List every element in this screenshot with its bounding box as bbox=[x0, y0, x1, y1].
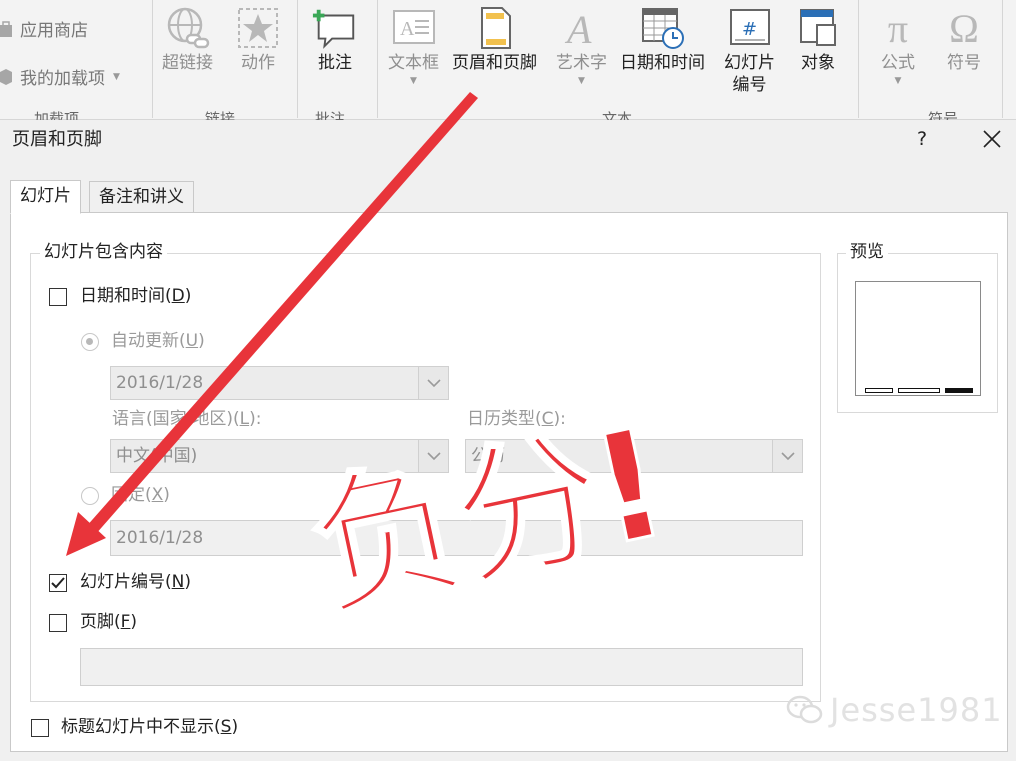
symbol-label: 符号 bbox=[947, 53, 981, 73]
auto-update-label: 自动更新(U) bbox=[111, 331, 205, 351]
close-icon bbox=[983, 130, 1001, 148]
watermark: Jesse1981 bbox=[786, 690, 1003, 730]
slide-number-label-line1: 幻灯片 bbox=[724, 53, 775, 73]
chevron-down-icon bbox=[772, 440, 802, 472]
close-button[interactable] bbox=[976, 124, 1008, 154]
textbox-label: 文本框 bbox=[388, 53, 439, 73]
omega-icon: Ω bbox=[949, 5, 979, 51]
action-label: 动作 bbox=[241, 53, 275, 73]
my-addins-button[interactable]: 我的加载项 ▼ bbox=[0, 64, 120, 89]
preview-slide-number-slot bbox=[945, 388, 973, 393]
help-button[interactable]: ? bbox=[912, 126, 932, 152]
chevron-down-icon: ▼ bbox=[113, 71, 120, 82]
fixed-radio[interactable] bbox=[81, 487, 99, 505]
footer-text-input[interactable] bbox=[80, 648, 803, 686]
group-label-addins: 加载项 bbox=[34, 110, 80, 120]
language-label: 语言(国家/地区)(L): bbox=[112, 409, 262, 429]
slide-number-icon: # bbox=[726, 4, 774, 52]
chevron-down-icon: ▼ bbox=[894, 76, 902, 86]
tab-notes-handouts[interactable]: 备注和讲义 bbox=[89, 181, 194, 214]
slide-number-checkbox[interactable] bbox=[49, 574, 67, 592]
datetime-label: 日期和时间 bbox=[620, 53, 705, 73]
hyperlink-button[interactable]: 超链接 bbox=[162, 4, 213, 74]
svg-text:#: # bbox=[742, 19, 757, 40]
action-star-icon bbox=[234, 4, 282, 52]
textbox-icon: A bbox=[390, 4, 438, 52]
hide-on-title-slide-label[interactable]: 标题幻灯片中不显示(S) bbox=[61, 716, 238, 738]
comment-icon bbox=[311, 4, 359, 52]
chevron-down-icon: ▼ bbox=[578, 76, 585, 86]
store-label: 应用商店 bbox=[20, 21, 88, 41]
group-separator bbox=[858, 0, 859, 118]
chevron-down-icon bbox=[418, 440, 448, 472]
wordart-label: 艺术字 bbox=[556, 53, 607, 73]
comment-button[interactable]: 批注 bbox=[311, 4, 359, 74]
include-group-label: 幻灯片包含内容 bbox=[40, 241, 167, 263]
watermark-text: Jesse1981 bbox=[830, 691, 1003, 729]
textbox-button[interactable]: A 文本框 ▼ bbox=[388, 4, 439, 86]
datetime-checkbox[interactable] bbox=[49, 288, 67, 306]
slide-number-button[interactable]: # 幻灯片 编号 bbox=[724, 4, 775, 96]
group-label-comments: 批注 bbox=[315, 110, 346, 120]
fixed-label: 固定(X) bbox=[111, 485, 170, 505]
object-icon bbox=[794, 4, 842, 52]
header-footer-icon bbox=[471, 4, 519, 52]
group-separator bbox=[297, 0, 298, 118]
preview-footer-slot bbox=[898, 388, 940, 393]
tab-slide[interactable]: 幻灯片 bbox=[10, 180, 81, 214]
language-select[interactable]: 中文(中国) bbox=[110, 439, 449, 473]
group-label-text: 文本 bbox=[602, 110, 633, 120]
chevron-down-icon: ▼ bbox=[410, 76, 417, 86]
calendar-type-select[interactable]: 公历 bbox=[465, 439, 803, 473]
auto-date-select[interactable]: 2016/1/28 bbox=[110, 366, 449, 400]
hyperlink-label: 超链接 bbox=[162, 53, 213, 73]
object-label: 对象 bbox=[801, 53, 835, 73]
svg-text:A: A bbox=[400, 18, 415, 40]
pi-icon: π bbox=[887, 5, 909, 51]
store-button[interactable]: 应用商店 bbox=[0, 16, 88, 41]
auto-update-radio[interactable] bbox=[81, 333, 99, 351]
action-button[interactable]: 动作 bbox=[234, 4, 282, 74]
hyperlink-icon bbox=[164, 4, 212, 52]
checkmark-icon bbox=[51, 577, 65, 589]
comment-label: 批注 bbox=[318, 53, 352, 73]
footer-checkbox[interactable] bbox=[49, 614, 67, 632]
dialog-title: 页眉和页脚 bbox=[12, 129, 102, 150]
group-separator bbox=[377, 0, 378, 118]
group-separator bbox=[1002, 0, 1003, 118]
fixed-date-input[interactable]: 2016/1/28 bbox=[110, 520, 803, 556]
preview-date-slot bbox=[865, 388, 893, 393]
object-button[interactable]: 对象 bbox=[794, 4, 842, 74]
hide-on-title-slide-checkbox[interactable] bbox=[31, 719, 49, 737]
calendar-clock-icon bbox=[639, 4, 687, 52]
slide-number-option-label[interactable]: 幻灯片编号(N) bbox=[80, 571, 191, 593]
my-addins-label: 我的加载项 bbox=[20, 69, 105, 89]
symbol-button[interactable]: Ω 符号 bbox=[940, 4, 988, 74]
slide-number-label-line2: 编号 bbox=[732, 75, 767, 95]
chevron-down-icon bbox=[418, 367, 448, 399]
calendar-type-label: 日历类型(C): bbox=[467, 409, 566, 429]
store-icon bbox=[0, 20, 14, 38]
datetime-button[interactable]: 日期和时间 bbox=[620, 4, 705, 74]
wordart-icon: A bbox=[558, 4, 606, 52]
preview-label: 预览 bbox=[846, 241, 888, 263]
footer-option-label[interactable]: 页脚(F) bbox=[80, 611, 137, 633]
equation-label: 公式 bbox=[881, 53, 915, 73]
addins-icon bbox=[0, 68, 14, 86]
datetime-option-label[interactable]: 日期和时间(D) bbox=[80, 285, 191, 307]
equation-button[interactable]: π 公式 ▼ bbox=[874, 4, 922, 87]
wordart-button[interactable]: A 艺术字 ▼ bbox=[556, 4, 607, 86]
group-separator bbox=[152, 0, 153, 118]
svg-text:A: A bbox=[564, 7, 592, 51]
group-label-links: 链接 bbox=[205, 110, 236, 120]
include-group bbox=[30, 253, 821, 702]
slide-preview bbox=[855, 281, 981, 396]
wechat-icon bbox=[786, 695, 823, 724]
header-footer-label: 页眉和页脚 bbox=[452, 53, 537, 73]
ribbon: 应用商店 我的加载项 ▼ 加载项 超链接 动作 链接 批注 批注 A 文本框 ▼… bbox=[0, 0, 1016, 120]
group-label-symbols: 符号 bbox=[928, 110, 959, 120]
header-footer-button[interactable]: 页眉和页脚 bbox=[452, 4, 537, 74]
